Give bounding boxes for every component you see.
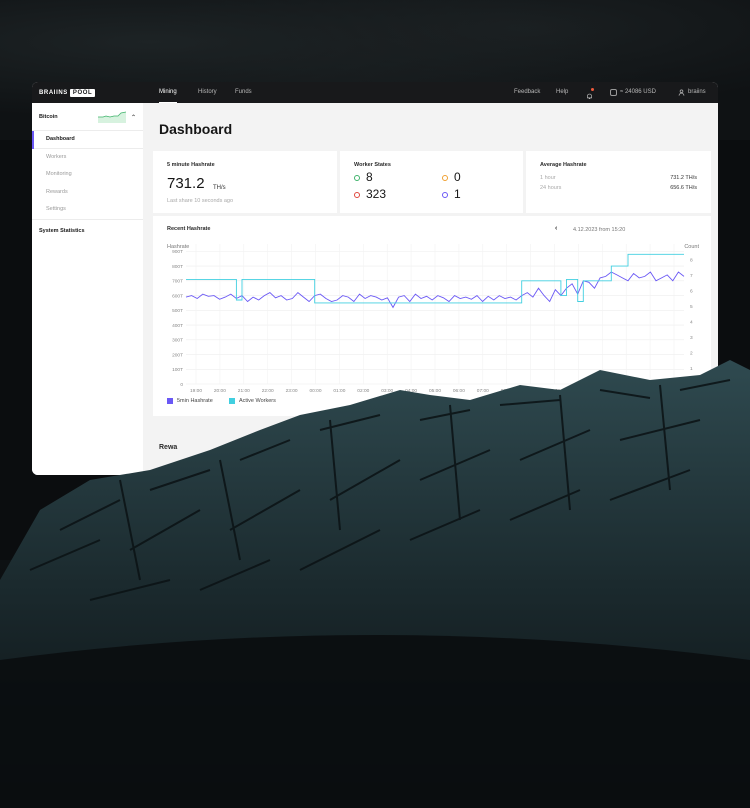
hashrate-unit: TH/s (213, 185, 226, 191)
tab-funds[interactable]: Funds (235, 82, 252, 103)
worker-states-label: Worker States (354, 162, 391, 168)
y-tick-right: 4 (690, 320, 693, 326)
hashrate-label: 5 minute Hashrate (167, 162, 215, 168)
help-link[interactable]: Help (556, 82, 568, 103)
notifications-button[interactable] (586, 82, 594, 103)
offline-status-icon (354, 192, 360, 198)
hashrate-value: 731.2 (167, 175, 205, 192)
avg-period-1h: 1 hour (540, 175, 556, 181)
balance-value: ≈ 24086 USD (620, 89, 656, 95)
sidebar-item-monitoring[interactable]: Monitoring (32, 166, 143, 184)
y-tick-left: 500T (172, 308, 183, 314)
y-tick-left: 400T (172, 323, 183, 329)
sidebar-item-rewards[interactable]: Rewards (32, 184, 143, 202)
coin-selector[interactable]: Bitcoin ⌃ (32, 103, 143, 131)
user-menu[interactable]: braiins (678, 82, 706, 103)
ok-workers-count[interactable]: 8 (366, 170, 373, 184)
y-tick-left: 300T (172, 338, 183, 344)
low-workers-count[interactable]: 0 (454, 170, 461, 184)
coin-sparkline (98, 111, 126, 123)
worker-states-card: Worker States 8 323 0 1 (340, 151, 523, 213)
disabled-workers-count[interactable]: 1 (454, 187, 461, 201)
low-status-icon (442, 175, 448, 181)
last-share-text: Last share 10 seconds ago (167, 198, 234, 204)
avg-period-24h: 24 hours (540, 185, 562, 191)
y-tick-left: 900T (172, 249, 183, 255)
page-title: Dashboard (159, 121, 233, 137)
feedback-label: Feedback (514, 89, 541, 95)
y-tick-right: 2 (690, 351, 693, 357)
average-hashrate-label: Average Hashrate (540, 162, 587, 168)
feedback-link[interactable]: Feedback (514, 82, 540, 103)
tab-mining[interactable]: Mining (159, 82, 177, 103)
user-icon (678, 89, 685, 96)
y-tick-right: 7 (690, 273, 693, 279)
ok-status-icon (354, 175, 360, 181)
rock-foreground (0, 360, 750, 808)
y-tick-right: 6 (690, 288, 693, 294)
top-navigation-bar: BRAIINS POOL Mining History Funds Feedba… (32, 82, 718, 103)
y-tick-left: 800T (172, 264, 183, 270)
offline-workers-count[interactable]: 323 (366, 187, 386, 201)
braiins-pool-logo[interactable]: BRAIINS POOL (39, 88, 96, 97)
sidebar-item-workers[interactable]: Workers (32, 149, 143, 167)
y-tick-right: 5 (690, 304, 693, 310)
y-tick-right: 3 (690, 335, 693, 341)
sidebar-item-settings[interactable]: Settings (32, 201, 143, 219)
chevron-up-icon[interactable]: ⌃ (131, 114, 136, 121)
user-name: braiins (688, 89, 706, 95)
coin-name: Bitcoin (39, 113, 58, 120)
y-tick-left: 200T (172, 352, 183, 358)
avg-value-1h: 731.2 TH/s (670, 175, 697, 181)
help-label: Help (556, 89, 569, 95)
hashrate-card: 5 minute Hashrate 731.2 TH/s Last share … (153, 151, 337, 213)
avg-value-24h: 656.6 TH/s (670, 185, 697, 191)
average-hashrate-card: Average Hashrate 1 hour 731.2 TH/s 24 ho… (526, 151, 711, 213)
y-tick-left: 700T (172, 279, 183, 285)
tab-history[interactable]: History (198, 82, 217, 103)
notification-dot (591, 88, 594, 91)
y-tick-right: 8 (690, 257, 693, 263)
sidebar-item-system-statistics[interactable]: System Statistics (32, 218, 143, 241)
bell-icon (586, 88, 594, 99)
y-tick-left: 600T (172, 293, 183, 299)
disabled-status-icon (442, 192, 448, 198)
sidebar-item-dashboard[interactable]: Dashboard (32, 131, 143, 149)
wallet-balance[interactable]: ≈ 24086 USD (610, 82, 656, 103)
wallet-icon (610, 89, 617, 96)
